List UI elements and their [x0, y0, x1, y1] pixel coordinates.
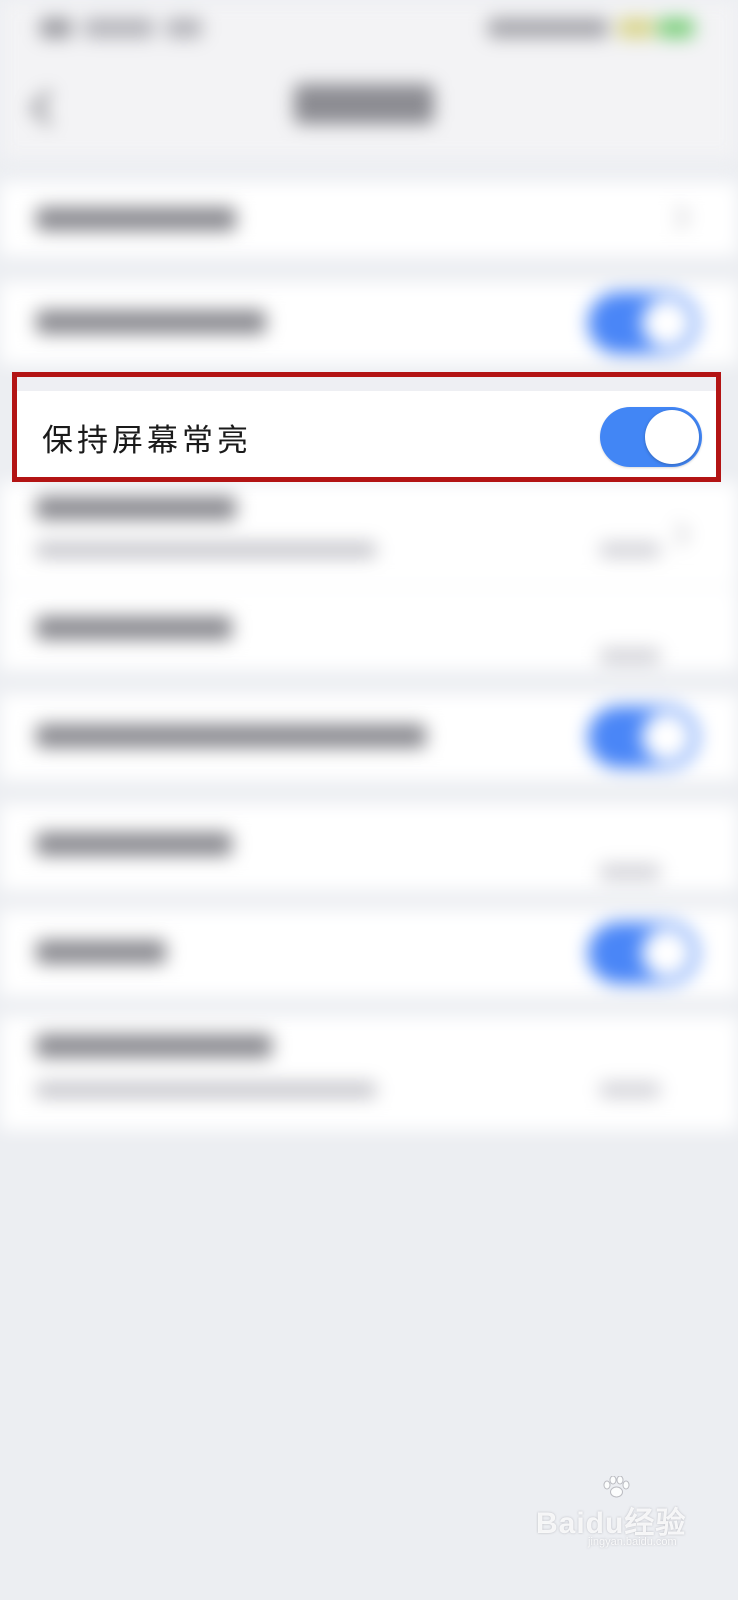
status-time [40, 14, 205, 42]
back-chevron-icon[interactable] [26, 88, 60, 128]
settings-row[interactable] [0, 182, 738, 256]
page-title [294, 84, 434, 124]
blurred-settings-background [0, 0, 738, 1600]
status-bar [0, 0, 738, 60]
navigation-bar [0, 60, 738, 160]
baidu-paw-icon [603, 1476, 630, 1498]
row-divider [17, 377, 716, 391]
keep-screen-on-label: 保持屏幕常亮 [42, 423, 252, 459]
keep-screen-on-toggle[interactable] [600, 407, 702, 467]
watermark: Baidu经验 jingyan.baidu.com [536, 1476, 696, 1550]
highlighted-setting-row[interactable]: 保持屏幕常亮 [12, 372, 721, 482]
settings-row[interactable] [0, 1016, 738, 1130]
watermark-url: jingyan.baidu.com [588, 1536, 677, 1548]
settings-row-toggle[interactable] [0, 694, 738, 780]
settings-row-toggle[interactable] [0, 910, 738, 996]
settings-row[interactable] [0, 482, 738, 586]
status-indicators [488, 16, 708, 40]
toggle-knob [645, 410, 699, 464]
settings-row[interactable] [0, 804, 738, 890]
settings-row-toggle[interactable] [0, 282, 738, 364]
settings-row[interactable] [0, 588, 738, 670]
